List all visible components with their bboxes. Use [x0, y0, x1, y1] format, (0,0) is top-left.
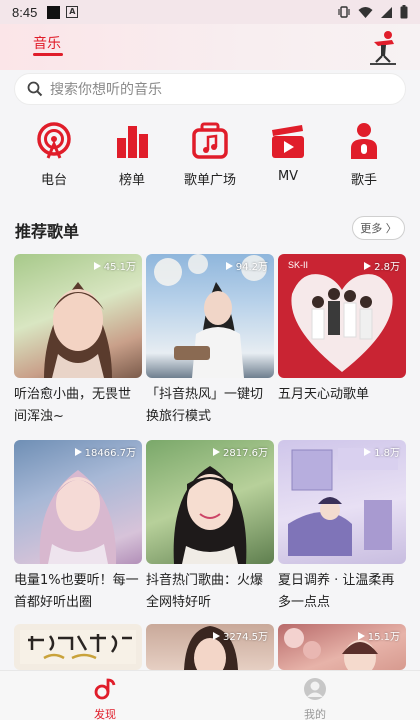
status-time: 8:45: [12, 4, 38, 20]
play-icon: [364, 447, 372, 456]
playlist-cover: [14, 624, 142, 670]
play-count-value: 2.8万: [374, 262, 400, 273]
running-person-icon[interactable]: [364, 28, 400, 68]
playlist-title: 五月天心动歌单: [278, 387, 370, 402]
search-area: 搜索你想听的音乐: [0, 70, 420, 108]
play-icon: [364, 261, 372, 270]
tab-active-indicator: [33, 53, 63, 56]
playlist-title: 抖音热门歌曲：火爆全网特好听: [146, 573, 264, 610]
category-label: 歌单广场: [183, 173, 236, 188]
category-singer[interactable]: 歌手: [332, 122, 396, 188]
playlist-card[interactable]: 15.1万: [278, 624, 406, 670]
tab-music[interactable]: 音乐: [33, 33, 61, 53]
chart-bars-icon: [117, 126, 148, 158]
play-count: 2817.6万: [212, 444, 268, 459]
playlist-cover: 94.2万: [146, 254, 274, 378]
playlist-cover: 45.1万: [14, 254, 142, 378]
playlist-card[interactable]: [14, 624, 142, 670]
category-label: MV: [277, 169, 299, 184]
play-count-value: 1.8万: [374, 448, 400, 459]
search-icon: [27, 81, 43, 97]
playlist-cover: 2817.6万: [146, 440, 274, 564]
radio-icon: [37, 122, 71, 159]
search-input[interactable]: 搜索你想听的音乐: [14, 73, 406, 105]
signal-icon: [381, 6, 392, 18]
battery-icon: [400, 5, 408, 19]
play-count: 3274.5万: [212, 628, 268, 643]
category-label: 歌手: [350, 173, 377, 188]
bottom-nav: 发现 我的: [0, 670, 420, 720]
play-count: 2.8万: [363, 258, 400, 273]
play-icon: [213, 447, 220, 456]
playlist-cover: 18466.7万: [14, 440, 142, 564]
svg-text:SK-II: SK-II: [288, 260, 308, 270]
playlist-card[interactable]: 18466.7万 电量1%也要听！每一首都好听出圈: [14, 440, 142, 614]
playlist-title: 电量1%也要听！每一首都好听出圈: [14, 573, 139, 610]
play-count: 45.1万: [93, 258, 136, 273]
section-title: 推荐歌单: [15, 222, 80, 241]
status-bar: 8:45 A: [0, 0, 420, 24]
nav-label: 发现: [94, 708, 116, 720]
wifi-icon: [358, 6, 373, 18]
nav-discover[interactable]: 发现: [75, 677, 135, 720]
playlist-cover: 3274.5万: [146, 624, 274, 670]
playlist-card[interactable]: SK-II 2.8万 五月天心动歌单: [278, 254, 406, 406]
play-count: 15.1万: [357, 628, 400, 643]
playlist-card[interactable]: 45.1万 听治愈小曲，无畏世间浑浊~: [14, 254, 142, 428]
cover-art-handwritten-text: [20, 630, 136, 664]
play-icon: [74, 447, 82, 456]
status-icons: [337, 5, 408, 19]
play-count-value: 3274.5万: [223, 632, 268, 643]
more-button[interactable]: 更多 〉: [352, 216, 405, 240]
play-icon: [93, 261, 101, 270]
app-notification-icon: A: [66, 6, 79, 18]
play-count-value: 2817.6万: [223, 448, 268, 459]
playlist-card[interactable]: 94.2万 「抖音热风」一键切换旅行模式: [146, 254, 274, 428]
playlist-cover: SK-II 2.8万: [278, 254, 406, 378]
user-avatar-icon: [304, 678, 326, 700]
play-icon: [225, 261, 233, 270]
music-note-icon: [94, 678, 116, 700]
play-count: 1.8万: [363, 444, 400, 459]
category-playlist-plaza[interactable]: 歌单广场: [178, 122, 242, 188]
play-count-value: 45.1万: [103, 262, 136, 273]
playlist-title: 「抖音热风」一键切换旅行模式: [146, 387, 264, 424]
vibrate-icon: [338, 6, 350, 18]
category-label: 榜单: [118, 173, 145, 188]
top-header: 音乐: [0, 24, 420, 70]
playlist-cover: 15.1万: [278, 624, 406, 670]
play-count-value: 15.1万: [367, 632, 400, 643]
singer-icon: [351, 123, 377, 159]
nav-mine[interactable]: 我的: [285, 677, 345, 720]
play-count: 94.2万: [225, 258, 268, 273]
mv-clapper-icon: [272, 125, 304, 158]
category-mv[interactable]: MV: [256, 122, 320, 184]
playlist-card[interactable]: 1.8万 夏日调养 · 让温柔再多一点点: [278, 440, 406, 614]
playlist-card[interactable]: 3274.5万: [146, 624, 274, 670]
category-charts[interactable]: 榜单: [100, 122, 164, 188]
playlist-title: 夏日调养 · 让温柔再多一点点: [278, 573, 395, 610]
play-icon: [213, 631, 220, 640]
playlist-title: 听治愈小曲，无畏世间浑浊~: [14, 387, 132, 424]
more-label: 更多 〉: [360, 222, 397, 235]
play-count: 18466.7万: [74, 444, 136, 459]
category-label: 电台: [40, 173, 67, 188]
playlist-card[interactable]: 2817.6万 抖音热门歌曲：火爆全网特好听: [146, 440, 274, 614]
play-count-value: 94.2万: [235, 262, 268, 273]
play-icon: [357, 631, 365, 640]
nav-label: 我的: [304, 708, 326, 720]
notification-icon: [47, 5, 61, 19]
search-placeholder: 搜索你想听的音乐: [50, 82, 162, 98]
category-row: 电台 榜单 歌单广场 MV 歌手: [0, 122, 420, 194]
playlist-box-icon: [192, 122, 228, 159]
play-count-value: 18466.7万: [84, 448, 136, 459]
category-radio[interactable]: 电台: [22, 122, 86, 188]
playlist-cover: 1.8万: [278, 440, 406, 564]
